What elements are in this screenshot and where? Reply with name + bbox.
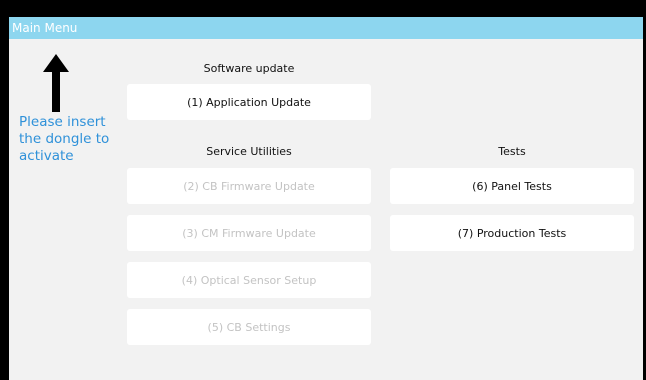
software-update-heading: Software update <box>203 62 295 75</box>
optical-sensor-setup-button[interactable]: (4) Optical Sensor Setup <box>127 262 371 298</box>
cm-firmware-update-button[interactable]: (3) CM Firmware Update <box>127 215 371 251</box>
window-title: Main Menu <box>9 17 643 39</box>
dongle-hint: Please insert the dongle to activate <box>19 114 110 164</box>
application-update-button[interactable]: (1) Application Update <box>127 84 371 120</box>
tests-heading: Tests <box>498 145 526 158</box>
service-utilities-heading: Service Utilities <box>206 145 292 158</box>
panel-tests-button[interactable]: (6) Panel Tests <box>390 168 634 204</box>
cb-settings-button[interactable]: (5) CB Settings <box>127 309 371 345</box>
production-tests-button[interactable]: (7) Production Tests <box>390 215 634 251</box>
arrow-up-icon <box>43 54 69 112</box>
main-menu-window: Main Menu Please insert the dongle to ac… <box>9 17 643 380</box>
cb-firmware-update-button[interactable]: (2) CB Firmware Update <box>127 168 371 204</box>
